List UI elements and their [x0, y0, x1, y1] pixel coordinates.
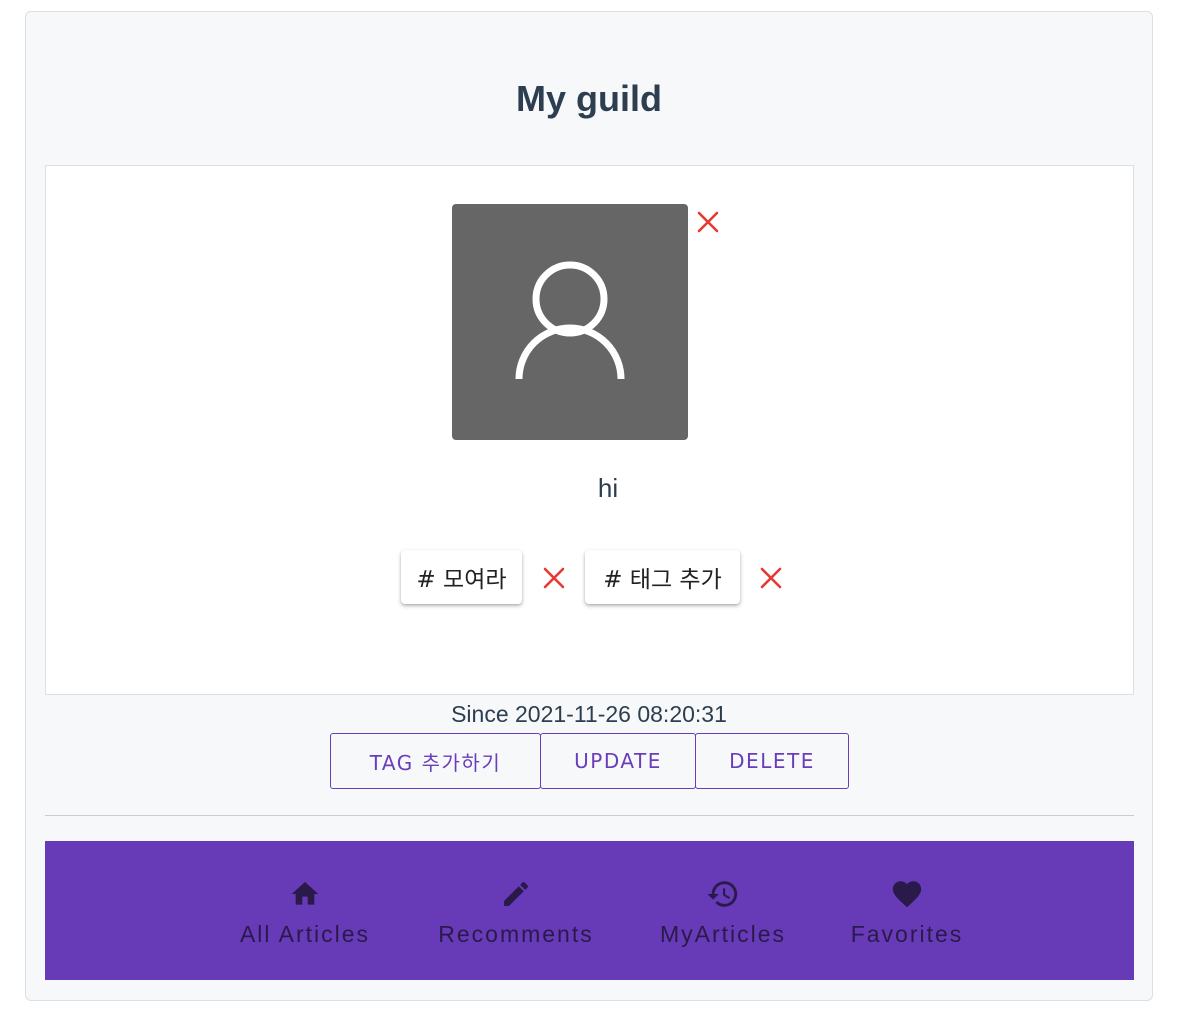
- nav-label: Favorites: [850, 921, 964, 947]
- profile-greeting: hi: [597, 473, 619, 503]
- remove-tag-icon[interactable]: [759, 566, 783, 590]
- nav-item-myarticles[interactable]: MyArticles: [643, 841, 803, 980]
- avatar: [452, 204, 688, 440]
- home-icon: [289, 878, 321, 910]
- nav-label: Recomments: [438, 921, 594, 947]
- user-icon: [515, 261, 625, 380]
- profile-card: hi # 모여라 # 태그 추가: [45, 165, 1134, 695]
- update-button[interactable]: UPDATE: [540, 733, 696, 789]
- nav-item-favorites[interactable]: Favorites: [827, 841, 987, 980]
- heart-icon: [890, 878, 924, 910]
- remove-avatar-icon[interactable]: [696, 210, 720, 234]
- divider: [45, 815, 1134, 816]
- nav-label: MyArticles: [659, 921, 787, 947]
- add-tag-button[interactable]: TAG 추가하기: [330, 733, 541, 789]
- nav-label: All Articles: [239, 921, 371, 947]
- page-title: My guild: [516, 78, 662, 119]
- tag-chip[interactable]: # 태그 추가: [585, 550, 740, 604]
- tag-chip[interactable]: # 모여라: [401, 550, 522, 604]
- history-icon: [706, 878, 740, 910]
- nav-item-all-articles[interactable]: All Articles: [225, 841, 385, 980]
- nav-item-recomments[interactable]: Recomments: [426, 841, 606, 980]
- since-date: Since 2021-11-26 08:20:31: [451, 701, 727, 727]
- remove-tag-icon[interactable]: [542, 566, 566, 590]
- delete-button[interactable]: DELETE: [695, 733, 849, 789]
- pencil-icon: [500, 878, 532, 910]
- guild-panel: My guild hi # 모여라 # 태그 추가 Since 2021-11-…: [25, 11, 1153, 1001]
- bottom-nav: All Articles Recomments MyArticles Favor…: [45, 841, 1134, 980]
